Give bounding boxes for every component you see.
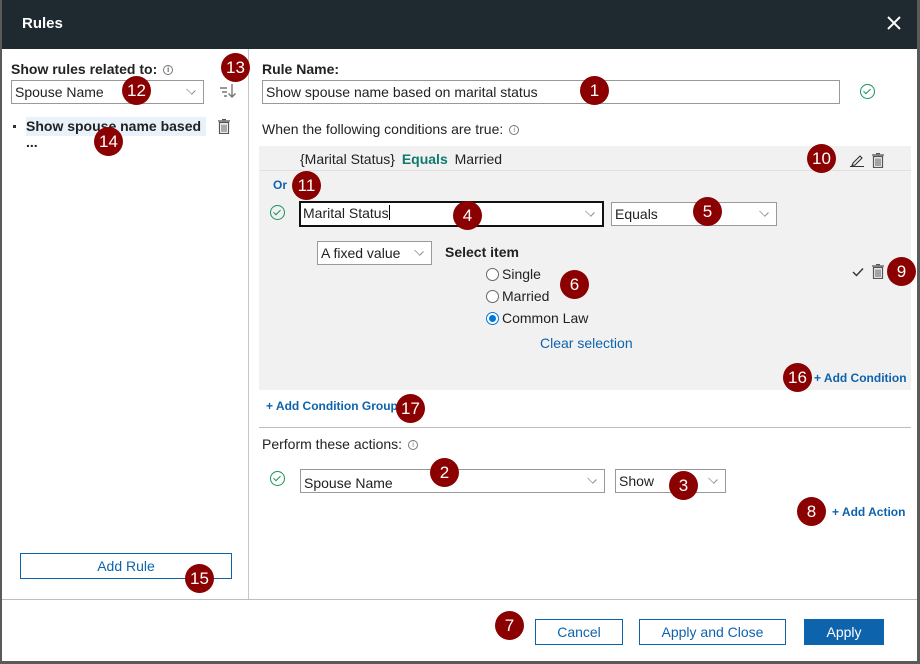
annotation-badge: 5 xyxy=(693,197,722,226)
annotation-badge: 16 xyxy=(783,363,812,392)
conditions-label: When the following conditions are true: i xyxy=(262,121,520,137)
delete-condition-icon[interactable] xyxy=(872,153,884,168)
annotation-badge: 14 xyxy=(94,127,123,156)
add-condition-group-link[interactable]: + Add Condition Group xyxy=(266,399,398,413)
annotation-badge: 8 xyxy=(797,497,826,526)
annotation-badge: 15 xyxy=(185,564,214,593)
filter-select[interactable]: Spouse Name xyxy=(11,80,204,104)
sort-icon[interactable] xyxy=(218,81,238,101)
annotation-badge: 3 xyxy=(669,471,698,500)
chevron-down-icon xyxy=(759,207,769,217)
annotation-badge: 11 xyxy=(292,171,321,200)
operator-value: Equals xyxy=(615,206,658,222)
delete-rule-icon[interactable] xyxy=(218,119,230,134)
annotation-badge: 6 xyxy=(560,270,589,299)
condition-operator: Equals xyxy=(401,151,448,167)
radio-single[interactable] xyxy=(486,268,499,281)
chevron-down-icon xyxy=(585,207,595,217)
condition-value: Married xyxy=(454,151,503,167)
filter-select-value: Spouse Name xyxy=(15,84,104,100)
existing-condition-summary: {Marital Status} Equals Married xyxy=(300,151,502,167)
rule-name-label: Rule Name: xyxy=(262,61,340,77)
annotation-badge: 9 xyxy=(887,257,916,286)
divider xyxy=(259,427,911,428)
action-valid-icon xyxy=(270,471,285,486)
dialog-footer: Cancel Apply and Close Apply xyxy=(2,599,917,661)
info-icon[interactable]: i xyxy=(408,440,419,451)
annotation-badge: 13 xyxy=(221,53,250,82)
dialog-title: Rules xyxy=(22,15,63,32)
condition-field-select[interactable]: Marital Status xyxy=(299,201,604,227)
condition-group: {Marital Status} Equals Married Or Marit… xyxy=(259,146,911,390)
condition-valid-icon xyxy=(270,205,285,220)
annotation-badge: 1 xyxy=(580,76,609,105)
annotation-badge: 4 xyxy=(453,201,482,230)
title-bar: Rules xyxy=(2,0,917,49)
annotation-badge: 12 xyxy=(122,76,151,105)
radio-common-law[interactable] xyxy=(486,312,499,325)
radio-common-law-label: Common Law xyxy=(502,310,589,326)
close-icon[interactable] xyxy=(883,12,905,34)
condition-field-value: Marital Status xyxy=(303,205,389,221)
add-condition-link[interactable]: + Add Condition xyxy=(814,371,907,385)
chevron-down-icon xyxy=(186,85,196,95)
radio-married[interactable] xyxy=(486,290,499,303)
annotation-badge: 10 xyxy=(807,144,836,173)
delete-condition-icon[interactable] xyxy=(872,264,884,279)
chevron-down-icon xyxy=(414,246,424,256)
cancel-button[interactable]: Cancel xyxy=(535,619,623,645)
annotation-badge: 7 xyxy=(495,611,524,640)
or-link[interactable]: Or xyxy=(273,178,287,192)
rules-list-panel: Show rules related to: i Spouse Name Show… xyxy=(2,49,249,599)
filter-label: Show rules related to: i xyxy=(11,61,174,77)
edit-icon[interactable] xyxy=(849,153,865,167)
action-verb-value: Show xyxy=(619,473,655,489)
annotation-badge: 17 xyxy=(396,394,425,423)
rule-name-value: Show spouse name based on marital status xyxy=(266,84,538,100)
select-item-label: Select item xyxy=(445,244,519,260)
apply-and-close-button[interactable]: Apply and Close xyxy=(639,619,786,645)
condition-field: {Marital Status} xyxy=(300,151,395,167)
radio-married-label: Married xyxy=(502,288,550,304)
chevron-down-icon xyxy=(587,474,597,484)
annotation-badge: 2 xyxy=(430,458,459,487)
action-target-value: Spouse Name xyxy=(304,475,393,491)
clear-selection-link[interactable]: Clear selection xyxy=(540,335,633,351)
radio-single-label: Single xyxy=(502,266,541,282)
rule-name-input[interactable]: Show spouse name based on marital status xyxy=(262,80,840,104)
info-icon[interactable]: i xyxy=(163,65,174,76)
info-icon[interactable]: i xyxy=(509,125,520,136)
value-type-value: A fixed value xyxy=(321,245,401,261)
bullet xyxy=(13,125,16,128)
apply-button[interactable]: Apply xyxy=(804,619,884,645)
chevron-down-icon xyxy=(708,474,718,484)
add-action-link[interactable]: + Add Action xyxy=(832,505,905,519)
rule-name-valid-icon xyxy=(860,84,875,99)
actions-label: Perform these actions: i xyxy=(262,436,419,452)
confirm-check-icon[interactable] xyxy=(852,267,864,277)
value-type-select[interactable]: A fixed value xyxy=(317,241,432,265)
